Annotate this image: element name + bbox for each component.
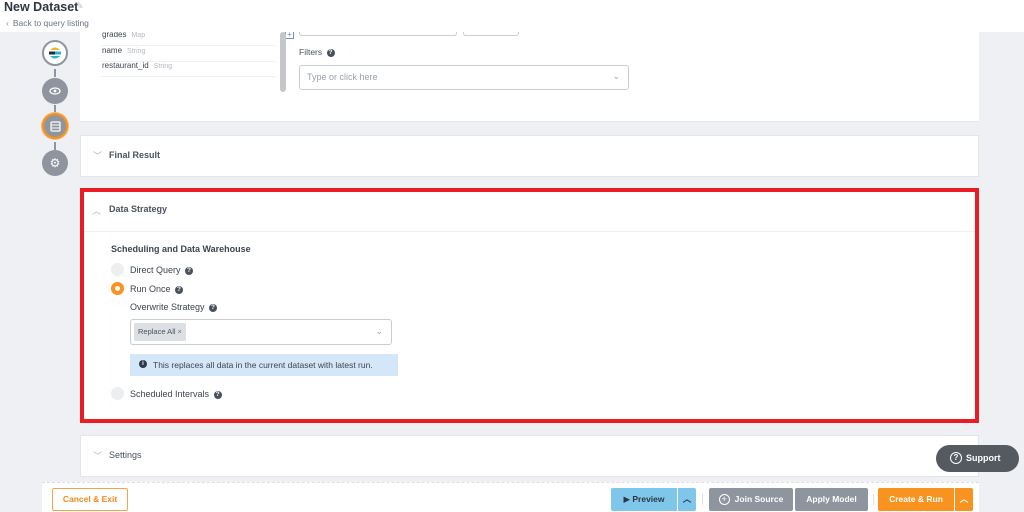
pencil-icon[interactable]: ✎ [76,1,84,12]
help-icon[interactable]: ? [326,48,335,57]
cancel-exit-button[interactable]: Cancel & Exit [52,488,128,511]
step-preview[interactable] [42,78,68,104]
divider [873,494,874,505]
chevron-down-icon: ﹀ [93,451,103,461]
filters-placeholder: Type or click here [307,72,378,82]
field-type: String [127,48,146,55]
run-once-label[interactable]: Run Once ? [130,284,184,294]
step-connector [54,142,56,150]
selected-tag: Replace All × [134,323,186,341]
data-strategy-header[interactable]: ︿ Data Strategy [84,192,975,232]
step-source[interactable] [42,40,68,66]
field-name: restaurant_id [102,61,149,70]
run-once-radio[interactable] [111,282,124,295]
final-result-section: ﹀ Final Result [80,135,979,177]
final-result-header[interactable]: ﹀ Final Result [81,136,978,176]
apply-model-button[interactable]: Apply Model [795,488,868,511]
field-type: String [153,63,172,70]
preview-options-button[interactable]: ︿ [678,488,696,511]
step-connector [54,69,56,77]
footer-bar: Cancel & Exit ▶ Preview ︿ + Join Source A… [42,482,979,512]
chevron-left-icon: ‹ [6,18,9,28]
section-title: Final Result [109,150,161,160]
help-icon[interactable]: ? [175,285,184,294]
gear-icon: ⚙ [49,156,61,170]
direct-query-radio[interactable] [111,263,124,276]
remove-tag-icon[interactable]: × [178,327,182,336]
step-connector [54,105,56,113]
back-link[interactable]: ‹ Back to query listing [6,18,89,28]
chevron-down-icon: ⌄ [612,71,620,81]
section-title: Settings [109,450,142,460]
create-run-button[interactable]: Create & Run [878,488,954,511]
chevron-up-icon: ︿ [92,206,102,216]
step-dataset[interactable] [42,113,68,139]
field-item[interactable]: name String [101,46,276,62]
overwrite-strategy-label: Overwrite Strategy ? [130,302,218,312]
dataset-icon [49,120,61,132]
chevron-up-icon: ︿ [959,494,969,504]
section-title: Data Strategy [109,204,168,214]
divider [702,494,703,505]
scheduled-intervals-label[interactable]: Scheduled Intervals ? [130,389,222,399]
top-bar: New Dataset ✎ ‹ Back to query listing [0,0,1024,32]
data-strategy-section: ︿ Data Strategy Scheduling and Data Ware… [80,188,979,423]
chevron-down-icon: ﹀ [93,151,103,161]
eye-icon [49,87,61,95]
scheduled-intervals-radio[interactable] [111,387,124,400]
question-circle-icon: ? [950,452,962,464]
join-source-button[interactable]: + Join Source [709,488,793,511]
field-name: name [102,46,123,55]
field-item[interactable]: restaurant_id String [101,61,276,77]
support-label: Support [966,453,1001,463]
page-title: New Dataset [4,0,79,14]
filters-label: Filters ? [299,47,335,57]
step-settings[interactable]: ⚙ [42,150,68,176]
help-icon[interactable]: ? [185,266,194,275]
filters-input[interactable]: Type or click here ⌄ [299,65,629,90]
settings-header[interactable]: ﹀ Settings [81,436,978,476]
support-button[interactable]: ? Support [936,445,1019,472]
field-item[interactable]: grades Map + [101,30,294,46]
info-message: i This replaces all data in the current … [130,354,398,376]
elasticsearch-source-icon [49,47,61,59]
back-link-label: Back to query listing [12,18,89,28]
create-options-button[interactable]: ︿ [955,488,973,511]
field-type: Map [131,32,146,39]
overwrite-strategy-select[interactable]: Replace All × ⌄ [130,319,392,345]
direct-query-label[interactable]: Direct Query ? [130,265,194,275]
preview-button[interactable]: ▶ Preview [611,488,677,511]
chevron-down-icon: ⌄ [375,326,383,336]
info-text: This replaces all data in the current da… [153,360,373,370]
scheduling-heading: Scheduling and Data Warehouse [111,244,251,254]
query-builder-panel: grades Map + name String restaurant_id Stri… [80,28,979,122]
plus-circle-icon: + [718,494,730,506]
help-icon[interactable]: ? [213,390,222,399]
help-icon[interactable]: ? [209,303,218,312]
field-list-scrollbar[interactable] [280,32,286,92]
settings-section: ﹀ Settings [80,435,979,477]
chevron-up-icon: ︿ [682,494,692,504]
info-icon: i [139,360,147,368]
